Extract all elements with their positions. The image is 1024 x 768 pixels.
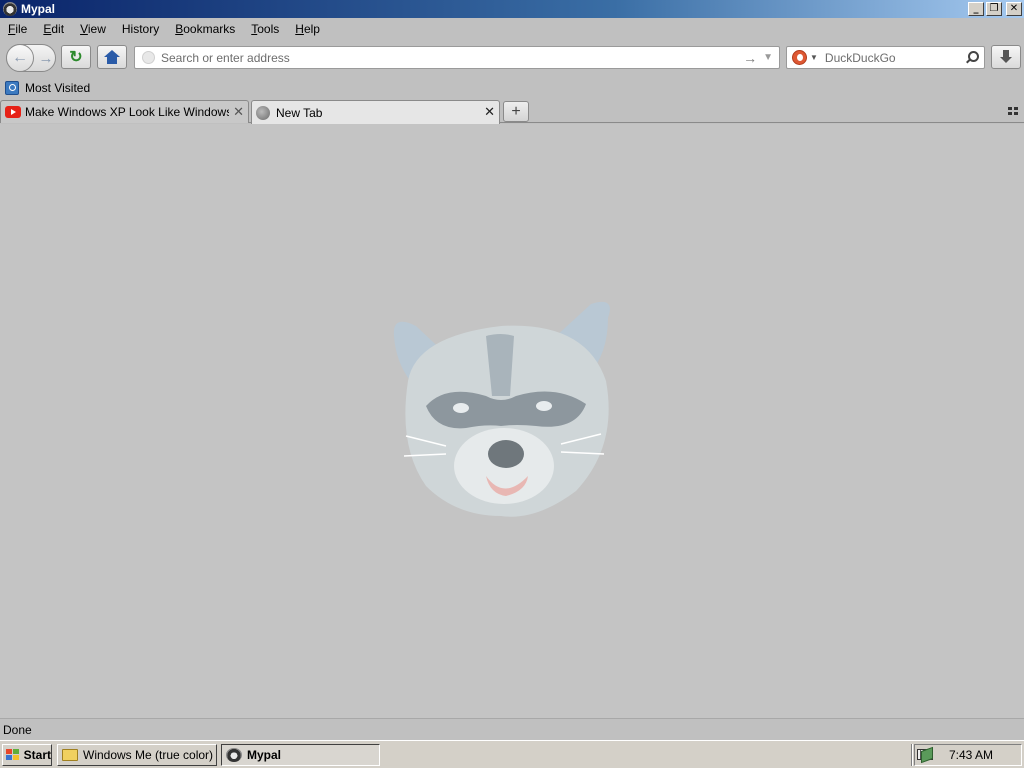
menu-view-rest: iew [87,22,106,36]
globe-icon [256,105,270,120]
menu-help-rest: elp [303,22,320,36]
status-text: Done [3,722,32,737]
menu-edit-rest: dit [51,22,65,36]
go-arrow-icon[interactable]: → [743,50,757,66]
taskbar-item-mypal[interactable]: Mypal [221,744,380,766]
title-bar[interactable]: Mypal _ ❐ ✕ [0,0,1024,18]
window-controls: _ ❐ ✕ [968,2,1022,16]
home-icon [104,50,120,64]
plus-icon: + [511,102,521,120]
back-button[interactable]: ← [6,44,34,72]
raccoon-left-eye [453,403,469,413]
tab-youtube[interactable]: Make Windows XP Look Like Windows 9... ✕ [0,100,249,123]
clock[interactable]: 7:43 AM [949,748,993,762]
system-tray: 7:43 AM [914,744,1022,766]
url-history-dropdown-icon[interactable]: ▼ [763,52,773,63]
start-label: Start [23,748,51,762]
network-icon[interactable] [919,747,935,763]
tab-close-icon[interactable]: ✕ [233,105,244,120]
back-forward-group: ← → [6,44,56,72]
mypal-app-icon[interactable] [3,2,17,16]
close-button[interactable]: ✕ [1006,2,1022,16]
menu-edit[interactable]: Edit [43,22,64,36]
raccoon-logo [393,301,610,517]
menu-file[interactable]: File [8,22,27,36]
status-bar: Done [0,718,1024,740]
reload-button[interactable]: ↻ [61,45,91,69]
taskbar-item-label: Mypal [247,748,282,762]
window-title: Mypal [21,2,56,16]
back-arrow-icon: ← [12,49,28,66]
home-button[interactable] [97,45,127,69]
menu-history[interactable]: History [122,22,159,36]
menu-view-accel: V [80,22,88,36]
search-engine-dropdown-icon[interactable]: ▼ [810,53,818,62]
list-all-tabs-icon[interactable] [1008,107,1018,115]
forward-button[interactable]: → [37,48,55,68]
tab-label: New Tab [276,105,323,120]
taskbar-item-windows-me[interactable]: Windows Me (true color) [57,744,217,766]
raccoon-right-eye [536,401,552,411]
menu-bookmarks-rest: ookmarks [183,22,236,36]
maximize-button[interactable]: ❐ [986,2,1002,16]
download-arrow-icon [1000,50,1012,64]
menu-file-rest: ile [15,22,28,36]
menu-history-label: History [121,22,160,36]
reload-icon: ↻ [69,49,83,66]
bookmarks-toolbar: Most Visited [0,77,1024,99]
taskbar-item-label: Windows Me (true color) [83,748,214,762]
tab-strip: Make Windows XP Look Like Windows 9... ✕… [0,99,1024,124]
menu-tools-rest: ools [257,22,280,36]
downloads-button[interactable] [991,45,1021,69]
folder-icon [62,749,78,761]
tab-close-icon[interactable]: ✕ [484,105,495,120]
faint-watermark [378,500,442,514]
menu-bookmarks[interactable]: Bookmarks [175,22,235,36]
tray-separator [911,744,913,766]
forward-arrow-icon: → [38,49,54,67]
site-identity-icon[interactable] [142,51,155,64]
url-input[interactable] [161,48,744,67]
most-visited-icon[interactable] [5,81,19,95]
mypal-icon [226,748,242,762]
menu-bar: File Edit View History Bookmarks Tools H… [0,18,1024,40]
page-content [0,124,1024,718]
taskbar: Start Windows Me (true color) Mypal 7:43… [0,740,1024,768]
menu-view[interactable]: View [80,22,106,36]
search-input[interactable] [824,48,963,67]
menu-help[interactable]: Help [295,22,320,36]
url-bar[interactable]: → ▼ [134,46,780,69]
menu-tools[interactable]: Tools [251,22,279,36]
minimize-button[interactable]: _ [968,2,984,16]
duckduckgo-icon[interactable] [792,50,807,65]
windows-logo-icon [6,749,20,761]
navigation-toolbar: ← → ↻ → ▼ ▼ [0,40,1024,76]
menu-help-accel: H [295,22,304,36]
new-tab-button[interactable]: + [503,101,529,122]
tab-label: Make Windows XP Look Like Windows 9... [25,105,230,119]
search-bar[interactable]: ▼ [786,46,985,69]
bookmark-most-visited[interactable]: Most Visited [25,81,90,95]
youtube-icon [5,106,21,118]
tab-new-tab[interactable]: New Tab ✕ [251,100,500,124]
start-button[interactable]: Start [2,744,52,766]
search-icon[interactable] [963,50,979,66]
raccoon-nose [488,440,524,468]
